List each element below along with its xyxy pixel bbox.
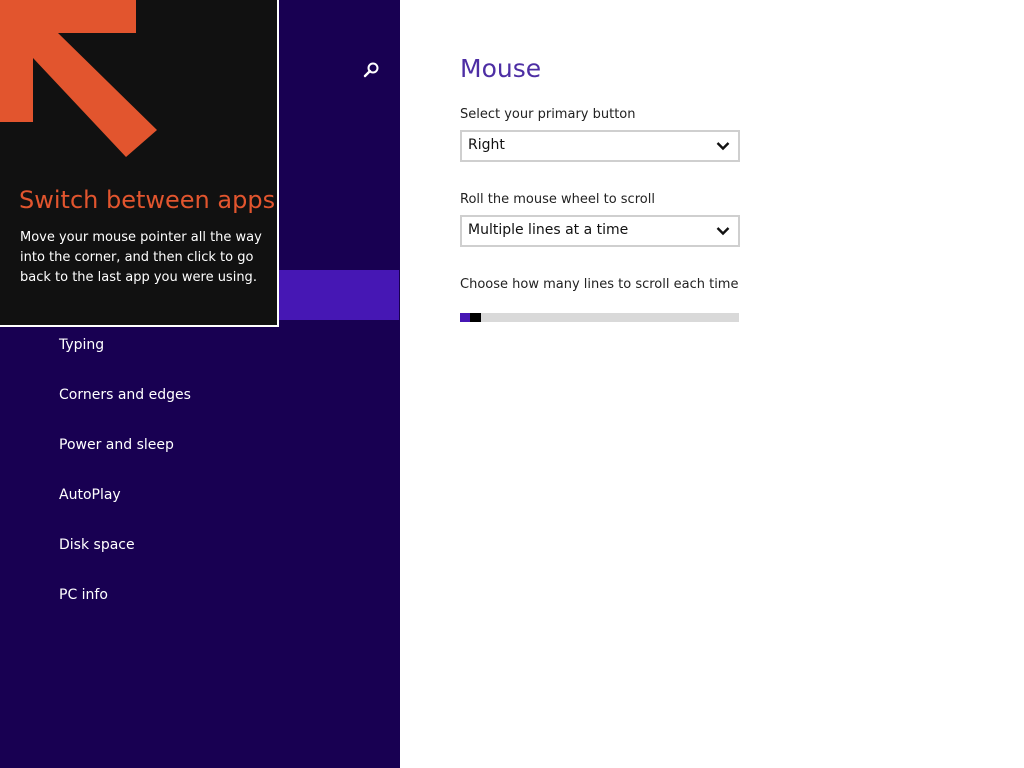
main-pane: Mouse Select your primary button Right R… [400,0,1024,768]
primary-button-dropdown[interactable]: Right [460,130,740,162]
sidebar-item-power-and-sleep[interactable]: Power and sleep [0,420,400,470]
arrow-up-left-icon [0,0,157,157]
mouse-wheel-dropdown[interactable]: Multiple lines at a time [460,215,740,247]
primary-button-label: Select your primary button [460,107,636,122]
search-icon [363,62,379,78]
chevron-down-icon [716,227,730,236]
scroll-lines-label: Choose how many lines to scroll each tim… [460,277,739,292]
search-button[interactable] [358,58,384,84]
tip-text: Move your mouse pointer all the way into… [20,230,262,285]
slider-thumb[interactable] [470,313,481,322]
sidebar-item-disk-space[interactable]: Disk space [0,520,400,570]
mouse-wheel-value: Multiple lines at a time [468,222,629,238]
sidebar-item-pc-info[interactable]: PC info [0,570,400,620]
tip-title: Switch between apps [19,186,276,214]
mouse-wheel-label: Roll the mouse wheel to scroll [460,192,655,207]
sidebar-item-corners-and-edges[interactable]: Corners and edges [0,370,400,420]
page-title: Mouse [460,54,542,83]
pc-settings-window: Typing Corners and edges Power and sleep… [0,0,1024,768]
sidebar-nav: Typing Corners and edges Power and sleep… [0,320,400,620]
primary-button-value: Right [468,137,505,153]
sidebar-item-typing[interactable]: Typing [0,320,400,370]
switch-apps-tip: Switch between apps Move your mouse poin… [0,0,279,327]
slider-fill [460,313,470,322]
chevron-down-icon [716,142,730,151]
scroll-lines-slider[interactable] [460,313,739,322]
sidebar-item-autoplay[interactable]: AutoPlay [0,470,400,520]
